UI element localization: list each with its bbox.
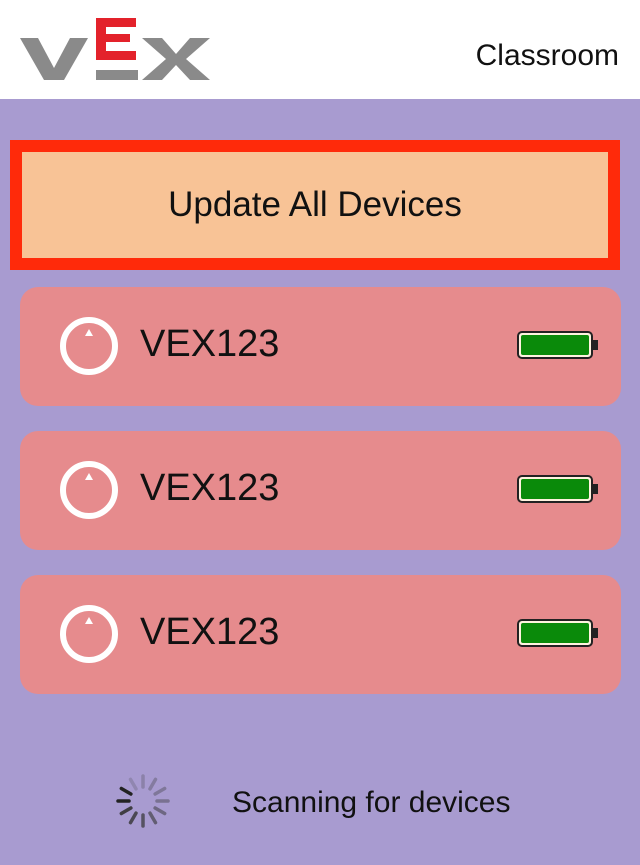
- device-card[interactable]: VEX123: [20, 431, 621, 550]
- scan-status-text: Scanning for devices: [232, 786, 511, 819]
- loading-spinner-icon: [116, 774, 170, 828]
- device-card[interactable]: VEX123: [20, 287, 621, 406]
- robot-icon: [60, 461, 118, 519]
- update-all-devices-button[interactable]: Update All Devices: [10, 140, 620, 270]
- device-name: VEX123: [140, 467, 280, 509]
- header-title: Classroom: [475, 39, 619, 72]
- battery-icon: [517, 331, 598, 359]
- device-name: VEX123: [140, 611, 280, 653]
- device-name: VEX123: [140, 323, 280, 365]
- scan-status: Scanning for devices: [0, 768, 640, 838]
- device-card[interactable]: VEX123: [20, 575, 621, 694]
- battery-icon: [517, 475, 598, 503]
- robot-icon: [60, 317, 118, 375]
- battery-icon: [517, 619, 598, 647]
- app-header: Classroom: [0, 0, 640, 99]
- robot-icon: [60, 605, 118, 663]
- vex-logo: [20, 18, 210, 80]
